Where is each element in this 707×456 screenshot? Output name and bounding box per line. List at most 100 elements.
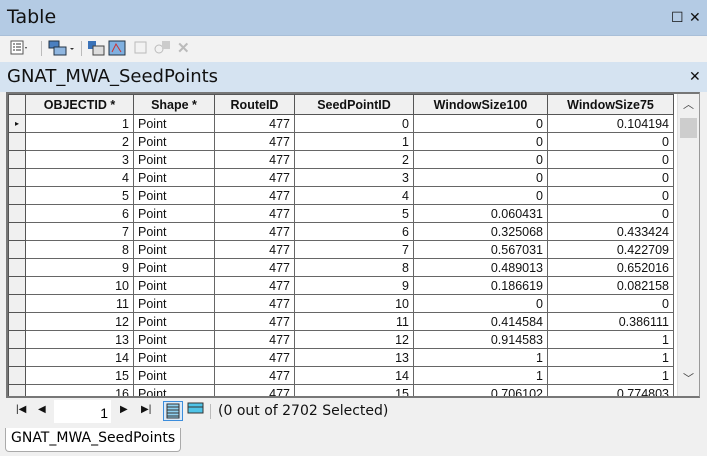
scroll-up-icon[interactable]: ︿	[678, 96, 699, 114]
table-cell[interactable]: 0	[413, 168, 548, 187]
table-cell[interactable]: Point	[133, 258, 215, 277]
table-row[interactable]: 6 Point 477 5 0.060431 0	[8, 204, 674, 223]
first-record-icon[interactable]: |◀	[16, 404, 26, 415]
table-row[interactable]: 4 Point 477 3 0 0	[8, 168, 674, 187]
table-cell[interactable]: 0	[413, 132, 548, 151]
row-selector[interactable]	[8, 204, 26, 223]
table-cell[interactable]: Point	[133, 276, 215, 295]
table-cell[interactable]: Point	[133, 294, 215, 313]
row-selector[interactable]	[8, 258, 26, 277]
row-selector[interactable]	[8, 186, 26, 205]
next-record-icon[interactable]: ▶	[120, 404, 128, 415]
table-row[interactable]: 16 Point 477 15 0.706102 0.774803	[8, 384, 674, 396]
table-cell[interactable]: 0	[413, 114, 548, 133]
row-selector[interactable]	[8, 276, 26, 295]
table-cell[interactable]: 9	[294, 276, 414, 295]
column-header[interactable]: RouteID	[214, 94, 295, 115]
table-cell[interactable]: 477	[214, 312, 295, 331]
scroll-down-icon[interactable]: ﹀	[678, 370, 699, 388]
column-header[interactable]: OBJECTID *	[25, 94, 134, 115]
table-cell[interactable]: 0	[547, 168, 674, 187]
row-selector[interactable]: ▸	[8, 114, 26, 133]
row-selector[interactable]	[8, 384, 26, 396]
table-cell[interactable]: 3	[294, 168, 414, 187]
table-options-icon[interactable]	[10, 40, 28, 56]
table-cell[interactable]: 0.422709	[547, 240, 674, 259]
table-cell[interactable]: 15	[25, 366, 134, 385]
table-cell[interactable]: 13	[25, 330, 134, 349]
table-cell[interactable]: 477	[214, 186, 295, 205]
table-cell[interactable]: 0.104194	[547, 114, 674, 133]
table-cell[interactable]: Point	[133, 348, 215, 367]
table-cell[interactable]: 477	[214, 150, 295, 169]
table-cell[interactable]: 1	[547, 348, 674, 367]
table-cell[interactable]: 15	[294, 384, 414, 396]
table-cell[interactable]: 5	[294, 204, 414, 223]
table-cell[interactable]: 5	[25, 186, 134, 205]
table-cell[interactable]: 0	[547, 150, 674, 169]
row-selector-header[interactable]	[8, 94, 26, 115]
maximize-icon[interactable]: ☐	[671, 9, 684, 26]
related-tables-icon[interactable]	[48, 40, 76, 56]
table-cell[interactable]: 14	[25, 348, 134, 367]
column-header[interactable]: WindowSize100	[413, 94, 548, 115]
table-cell[interactable]: 477	[214, 222, 295, 241]
table-cell[interactable]: 477	[214, 114, 295, 133]
table-cell[interactable]: 0	[413, 186, 548, 205]
close-table-icon[interactable]: ✕	[689, 68, 701, 85]
table-cell[interactable]: 13	[294, 348, 414, 367]
table-cell[interactable]: Point	[133, 330, 215, 349]
table-cell[interactable]: 12	[25, 312, 134, 331]
table-cell[interactable]: 0.082158	[547, 276, 674, 295]
table-cell[interactable]: 477	[214, 366, 295, 385]
record-number-input[interactable]: 1	[54, 400, 111, 423]
table-cell[interactable]: 1	[294, 132, 414, 151]
table-cell[interactable]: 0.774803	[547, 384, 674, 396]
table-cell[interactable]: 11	[25, 294, 134, 313]
table-cell[interactable]: 0.706102	[413, 384, 548, 396]
scroll-thumb[interactable]	[680, 118, 697, 138]
table-cell[interactable]: 8	[294, 258, 414, 277]
table-cell[interactable]: 0.325068	[413, 222, 548, 241]
column-header[interactable]: SeedPointID	[294, 94, 414, 115]
table-cell[interactable]: 477	[214, 168, 295, 187]
table-cell[interactable]: 7	[294, 240, 414, 259]
table-cell[interactable]: 477	[214, 276, 295, 295]
show-selected-records-icon[interactable]	[187, 402, 205, 416]
table-cell[interactable]: 0.386111	[547, 312, 674, 331]
column-header[interactable]: WindowSize75	[547, 94, 674, 115]
column-header[interactable]: Shape *	[133, 94, 215, 115]
table-cell[interactable]: 2	[294, 150, 414, 169]
table-row[interactable]: 9 Point 477 8 0.489013 0.652016	[8, 258, 674, 277]
switch-selection-icon[interactable]	[108, 40, 126, 56]
table-cell[interactable]: 0.489013	[413, 258, 548, 277]
table-cell[interactable]: 2	[25, 132, 134, 151]
table-cell[interactable]: 16	[25, 384, 134, 396]
table-cell[interactable]: 10	[294, 294, 414, 313]
table-cell[interactable]: Point	[133, 240, 215, 259]
table-cell[interactable]: 0	[413, 150, 548, 169]
table-row[interactable]: 14 Point 477 13 1 1	[8, 348, 674, 367]
table-cell[interactable]: 0.652016	[547, 258, 674, 277]
table-cell[interactable]: 1	[413, 366, 548, 385]
table-cell[interactable]: 0.914583	[413, 330, 548, 349]
table-cell[interactable]: 477	[214, 348, 295, 367]
table-row[interactable]: 10 Point 477 9 0.186619 0.082158	[8, 276, 674, 295]
table-cell[interactable]: 0	[547, 132, 674, 151]
table-cell[interactable]: Point	[133, 204, 215, 223]
table-cell[interactable]: 10	[25, 276, 134, 295]
table-cell[interactable]: Point	[133, 384, 215, 396]
select-by-attributes-icon[interactable]	[87, 40, 105, 56]
row-selector[interactable]	[8, 294, 26, 313]
table-cell[interactable]: 0.060431	[413, 204, 548, 223]
table-cell[interactable]: 0	[413, 294, 548, 313]
table-cell[interactable]: 0.414584	[413, 312, 548, 331]
table-row[interactable]: 13 Point 477 12 0.914583 1	[8, 330, 674, 349]
table-cell[interactable]: 1	[25, 114, 134, 133]
row-selector[interactable]	[8, 330, 26, 349]
table-row[interactable]: 15 Point 477 14 1 1	[8, 366, 674, 385]
table-cell[interactable]: 6	[25, 204, 134, 223]
row-selector[interactable]	[8, 150, 26, 169]
table-cell[interactable]: 1	[547, 330, 674, 349]
table-cell[interactable]: 477	[214, 132, 295, 151]
